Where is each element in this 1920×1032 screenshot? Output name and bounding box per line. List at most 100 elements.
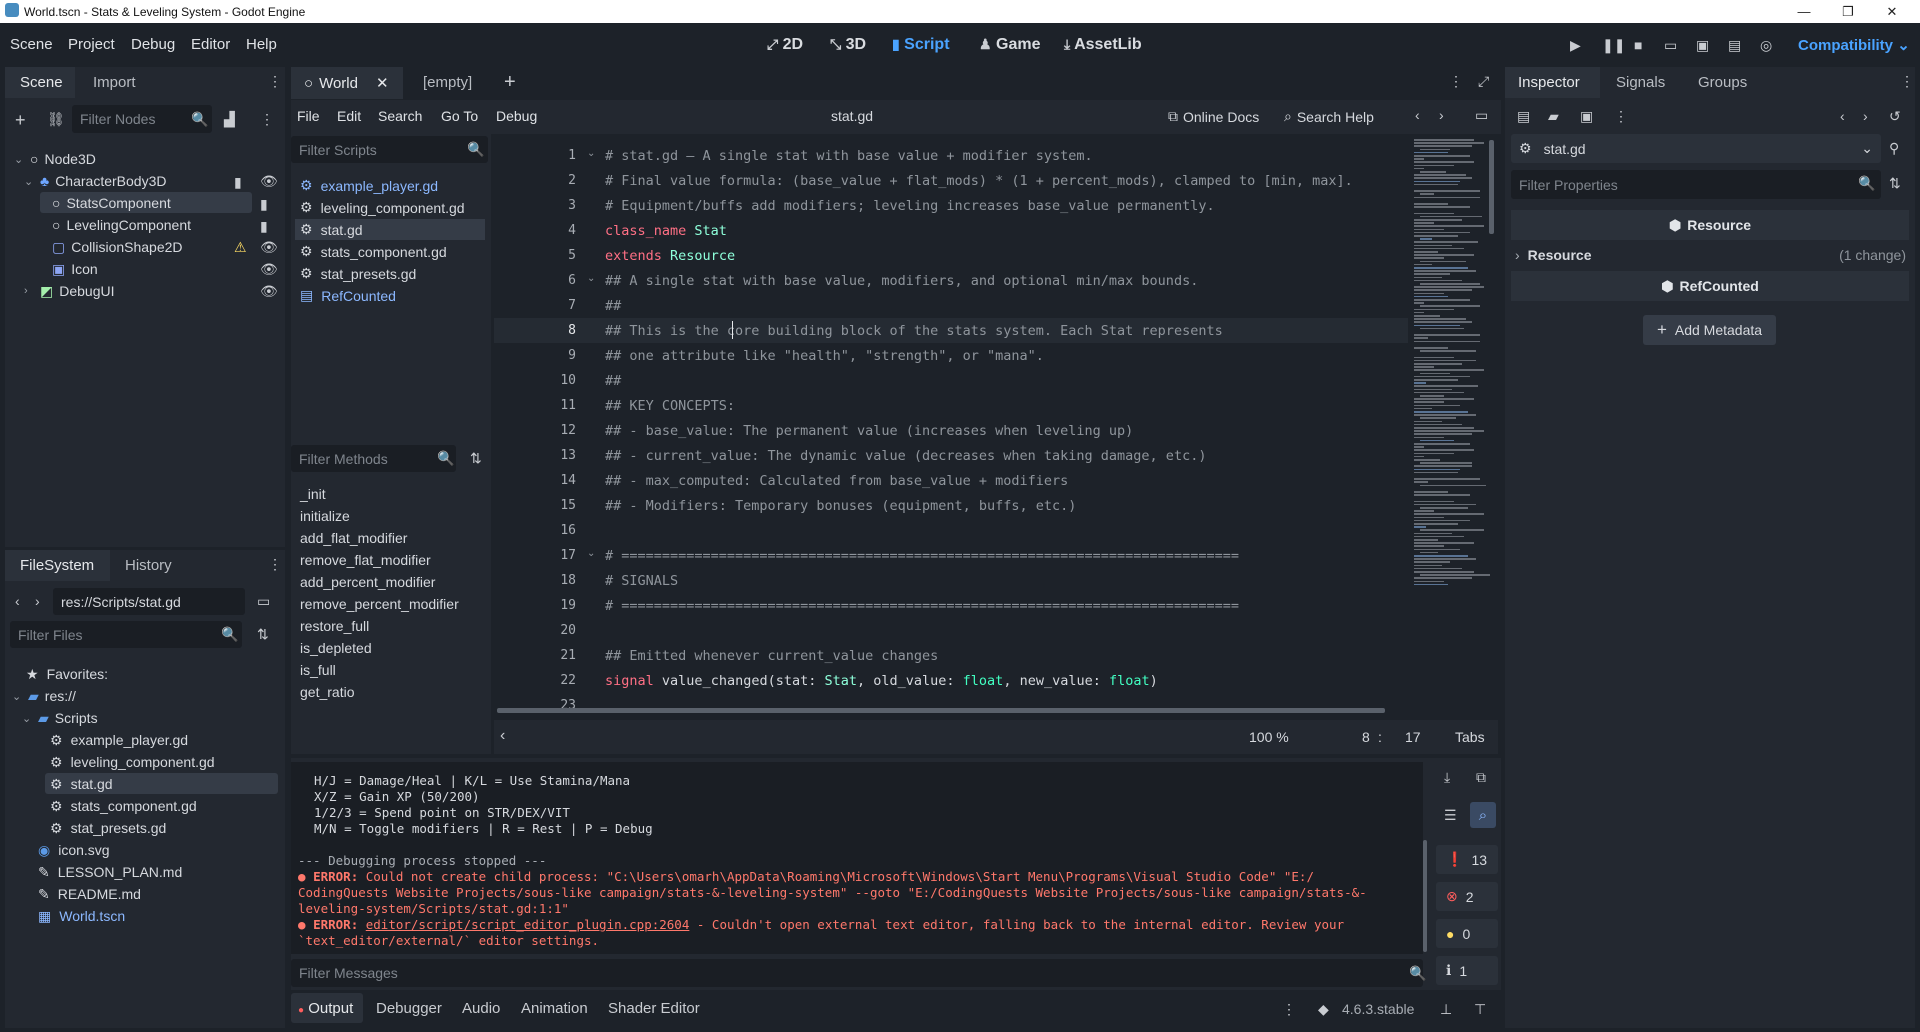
method-item[interactable]: add_percent_modifier xyxy=(300,574,435,590)
menu-project[interactable]: Project xyxy=(68,36,115,53)
method-item[interactable]: remove_percent_modifier xyxy=(300,596,459,612)
script-menu-edit[interactable]: Edit xyxy=(337,108,361,124)
visibility-eye-icon[interactable]: 👁 xyxy=(260,240,278,254)
tab-audio[interactable]: Audio xyxy=(462,1000,500,1017)
fold-chevron-icon[interactable]: ⌄ xyxy=(587,149,595,159)
script-list-item-selected[interactable]: ⚙ stat.gd xyxy=(300,221,363,238)
search-help-button[interactable]: ⌕ Search Help xyxy=(1284,108,1374,125)
line-number[interactable]: 17 xyxy=(520,548,576,563)
method-item[interactable]: restore_full xyxy=(300,618,369,634)
history-forward-icon[interactable]: › xyxy=(1439,108,1444,122)
save-icon[interactable]: ▣ xyxy=(1580,109,1593,123)
filter-info-badge[interactable]: ℹ1 xyxy=(1436,956,1498,985)
method-item[interactable]: is_full xyxy=(300,662,336,678)
play-custom-scene-icon[interactable]: ▤ xyxy=(1728,38,1741,52)
stop-icon[interactable]: ■ xyxy=(1634,38,1642,52)
line-number[interactable]: 12 xyxy=(520,423,576,438)
menu-scene[interactable]: Scene xyxy=(10,36,53,53)
close-icon[interactable]: ✕ xyxy=(376,74,389,92)
close-window-icon[interactable]: ✕ xyxy=(1870,0,1914,23)
output-scrollbar[interactable] xyxy=(1423,840,1427,952)
warning-icon[interactable]: ⚠ xyxy=(234,240,247,254)
method-item[interactable]: initialize xyxy=(300,508,350,524)
tab-groups[interactable]: Groups xyxy=(1698,74,1747,91)
sort-icon[interactable]: ⇅ xyxy=(470,451,482,465)
script-list-item[interactable]: ▤ RefCounted xyxy=(300,287,396,304)
file-item[interactable]: ⚙ stat_presets.gd xyxy=(50,819,166,837)
tab-history[interactable]: History xyxy=(125,557,172,574)
tab-inspector[interactable]: Inspector xyxy=(1518,74,1580,91)
fold-chevron-icon[interactable]: ⌄ xyxy=(587,549,595,559)
line-number[interactable]: 18 xyxy=(520,573,576,588)
attach-script-icon[interactable]: ▟ xyxy=(224,112,235,126)
folder-scripts[interactable]: ⌄ ▰ Scripts xyxy=(22,709,98,727)
code-minimap[interactable] xyxy=(1412,137,1492,597)
tab-scene[interactable]: Scene xyxy=(20,74,63,91)
visibility-eye-icon[interactable]: 👁 xyxy=(260,174,278,188)
method-item[interactable]: get_ratio xyxy=(300,684,354,700)
visibility-eye-icon[interactable]: 👁 xyxy=(260,284,278,298)
method-item[interactable]: _init xyxy=(300,486,326,502)
filter-search-toggle[interactable]: ⌕ xyxy=(1470,802,1496,828)
vertical-scrollbar[interactable] xyxy=(1489,140,1494,234)
tab-import[interactable]: Import xyxy=(93,74,136,91)
line-number[interactable]: 4 xyxy=(520,223,576,238)
tab-output[interactable]: ● Output xyxy=(298,1000,353,1017)
link-icon[interactable]: ⛓ xyxy=(47,112,65,126)
more-icon[interactable]: ⋮ xyxy=(1614,109,1628,123)
script-attached-icon[interactable]: ▮ xyxy=(234,175,242,189)
workspace-script-button[interactable]: ▮ Script xyxy=(892,36,950,54)
file-item-selected[interactable]: ⚙ stat.gd xyxy=(50,775,113,793)
split-view-icon[interactable]: ▭ xyxy=(257,594,270,608)
line-number[interactable]: 19 xyxy=(520,598,576,613)
horizontal-scrollbar[interactable] xyxy=(497,708,1385,713)
zoom-level[interactable]: 100 % xyxy=(1249,729,1289,745)
tabs-menu-icon[interactable]: ⋮ xyxy=(1449,74,1463,88)
tab-signals[interactable]: Signals xyxy=(1616,74,1665,91)
sort-icon[interactable]: ⇅ xyxy=(257,627,269,641)
filter-all-badge[interactable]: ❗ 13 xyxy=(1436,845,1498,874)
resource-select[interactable]: ⚙ stat.gd ⌄ xyxy=(1511,134,1881,163)
tab-filesystem[interactable]: FileSystem xyxy=(20,557,94,574)
visibility-eye-icon[interactable]: 👁 xyxy=(260,262,278,276)
tab-empty[interactable]: [empty] xyxy=(423,74,472,91)
line-number[interactable]: 13 xyxy=(520,448,576,463)
script-list-item[interactable]: ⚙ leveling_component.gd xyxy=(300,199,465,216)
workspace-assetlib-button[interactable]: ⤓ AssetLib xyxy=(1064,36,1142,54)
script-attached-icon[interactable]: ▮ xyxy=(260,219,268,233)
file-item[interactable]: ✎ README.md xyxy=(38,885,141,903)
filter-properties-input[interactable]: Filter Properties xyxy=(1511,170,1881,199)
workspace-2d-button[interactable]: ⤢ 2D xyxy=(767,36,803,54)
line-number[interactable]: 20 xyxy=(520,623,576,638)
file-item[interactable]: ▦ World.tscn xyxy=(38,907,125,925)
line-number[interactable]: 14 xyxy=(520,473,576,488)
script-menu-goto[interactable]: Go To xyxy=(441,108,478,124)
error-source-link[interactable]: editor/script/script_editor_plugin.cpp:2… xyxy=(366,917,690,932)
line-number[interactable]: 21 xyxy=(520,648,576,663)
menu-editor[interactable]: Editor xyxy=(191,36,230,53)
script-menu-file[interactable]: File xyxy=(297,108,320,124)
history-forward-icon[interactable]: › xyxy=(1863,109,1868,123)
filter-errors-badge[interactable]: ⊗ 2 xyxy=(1436,882,1498,911)
toggle-scripts-icon[interactable]: ‹ xyxy=(500,728,505,744)
tree-node-characterbody3d[interactable]: ⌄ ♣ CharacterBody3D xyxy=(24,172,166,190)
path-input[interactable]: res://Scripts/stat.gd xyxy=(53,588,245,615)
filter-files-input[interactable]: Filter Files xyxy=(10,621,242,648)
tree-node-icon[interactable]: ▣ Icon xyxy=(52,260,98,278)
clear-output-icon[interactable]: ⤓ xyxy=(1444,770,1450,784)
filter-scripts-input[interactable]: Filter Scripts xyxy=(291,136,488,163)
play-scene-icon[interactable]: ▣ xyxy=(1696,38,1709,52)
favorites-item[interactable]: ★ Favorites: xyxy=(26,665,108,683)
back-icon[interactable]: ‹ xyxy=(15,594,20,608)
line-number[interactable]: 15 xyxy=(520,498,576,513)
add-tab-icon[interactable]: + xyxy=(504,72,516,92)
line-number[interactable]: 2 xyxy=(520,173,576,188)
script-list-item[interactable]: ⚙ stats_component.gd xyxy=(300,243,447,260)
line-number[interactable]: 5 xyxy=(520,248,576,263)
method-item[interactable]: add_flat_modifier xyxy=(300,530,407,546)
new-resource-icon[interactable]: ▤ xyxy=(1517,109,1530,123)
copy-output-icon[interactable]: ⧉ xyxy=(1476,770,1486,784)
filter-warnings-badge[interactable]: ● 0 xyxy=(1436,919,1498,948)
script-menu-debug[interactable]: Debug xyxy=(496,108,537,124)
workspace-game-button[interactable]: ♟ Game xyxy=(979,36,1040,54)
